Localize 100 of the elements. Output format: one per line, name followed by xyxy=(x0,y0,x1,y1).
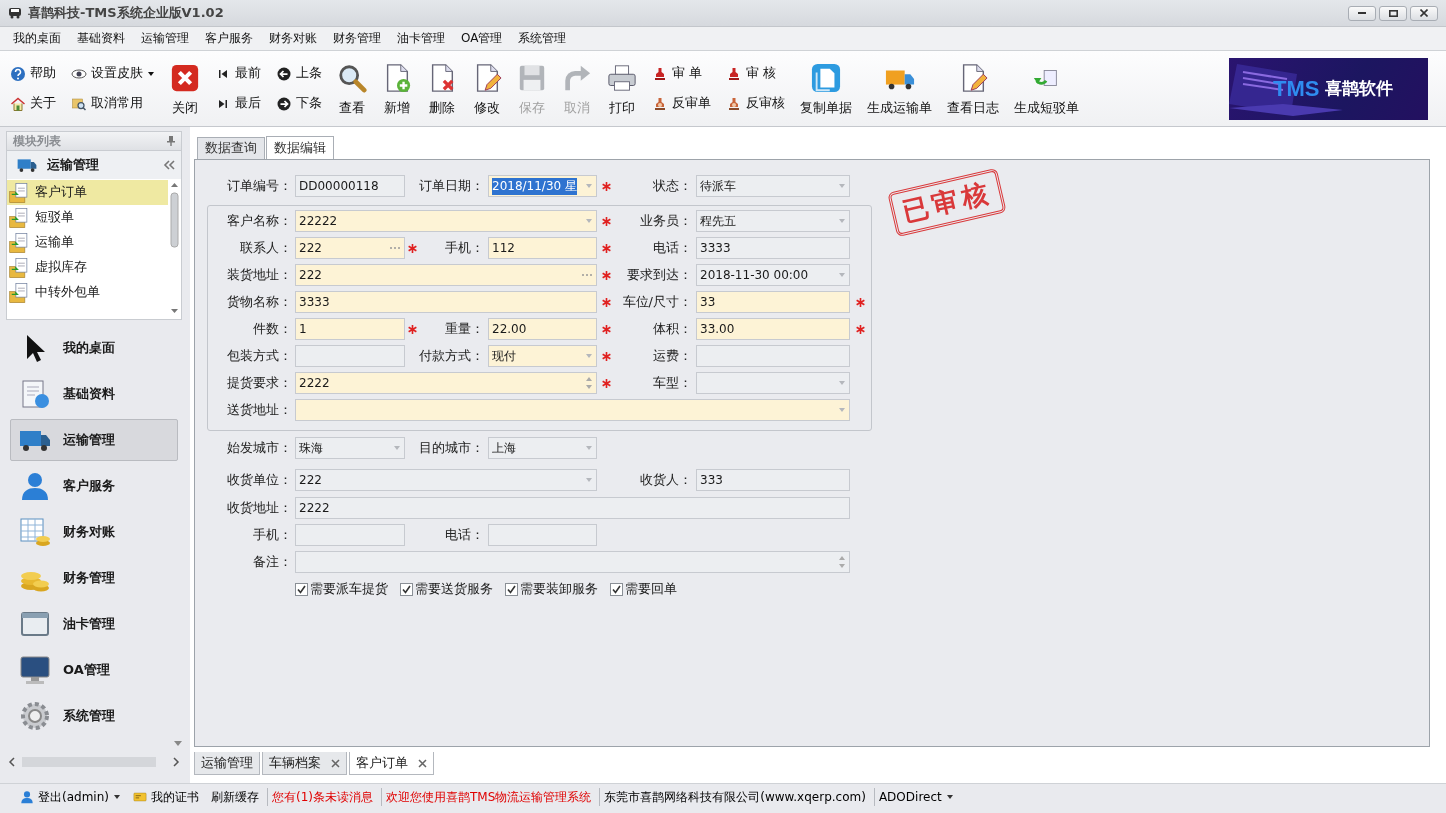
memo-field[interactable]: 2222 xyxy=(295,372,597,394)
dropdown-arrow-icon[interactable] xyxy=(838,272,846,278)
combo-box[interactable]: 现付 xyxy=(488,345,597,367)
nav-item[interactable]: 财务对账 xyxy=(10,511,178,553)
nav-item[interactable]: 客户服务 xyxy=(10,465,178,507)
list-item[interactable]: 中转外包单 xyxy=(7,280,168,305)
checkbox-label[interactable]: 需要派车提货 xyxy=(310,580,388,598)
text-field[interactable] xyxy=(295,345,405,367)
toolbar-button[interactable]: 修改 xyxy=(470,59,504,118)
dropdown-arrow-icon[interactable] xyxy=(585,477,593,483)
toolbar-button[interactable]: 打印 xyxy=(605,59,639,118)
menu-item[interactable]: 财务管理 xyxy=(326,28,388,49)
text-field[interactable]: 33 xyxy=(696,291,850,313)
toolbar-button[interactable]: 审 核 xyxy=(724,62,787,85)
combo-box[interactable]: 222 xyxy=(295,469,597,491)
toolbar-button[interactable]: 审 单 xyxy=(650,62,713,85)
text-field[interactable]: 2222 xyxy=(295,497,850,519)
dropdown-arrow-icon[interactable] xyxy=(393,445,401,451)
toolbar-button[interactable]: 生成短驳单 xyxy=(1012,59,1081,118)
text-field[interactable]: 333 xyxy=(696,469,850,491)
toolbar-button[interactable]: 帮助 xyxy=(8,62,58,85)
text-field[interactable]: 3333 xyxy=(696,237,850,259)
date-picker[interactable]: 2018/11/30 星 xyxy=(488,175,597,197)
status-item[interactable]: 登出(admin) xyxy=(16,788,129,806)
menu-item[interactable]: 系统管理 xyxy=(511,28,574,49)
combo-box[interactable] xyxy=(295,399,850,421)
toolbar-button[interactable]: 取消常用 xyxy=(69,92,157,115)
horizontal-scrollbar[interactable] xyxy=(6,755,182,769)
status-item[interactable]: 欢迎您使用喜鹊TMS物流运输管理系统 xyxy=(380,788,600,806)
menu-item[interactable]: 客户服务 xyxy=(198,28,260,49)
text-field[interactable]: DD00000118 xyxy=(295,175,405,197)
text-field[interactable]: 1 xyxy=(295,318,405,340)
dropdown-arrow-icon[interactable] xyxy=(838,407,846,413)
tab[interactable]: 数据编辑 xyxy=(266,136,334,160)
status-item[interactable]: 您有(1)条未读消息 xyxy=(266,788,381,806)
toolbar-button[interactable]: 上条 xyxy=(274,62,324,85)
close-icon[interactable] xyxy=(418,758,427,768)
collapse-icon[interactable] xyxy=(163,160,175,170)
nav-item[interactable]: OA管理 xyxy=(10,649,178,691)
nav-item[interactable]: 运输管理 xyxy=(10,419,178,461)
list-item[interactable]: 短驳单 xyxy=(7,205,168,230)
toolbar-button[interactable]: 新增 xyxy=(380,59,414,118)
nav-item[interactable]: 我的桌面 xyxy=(10,327,178,369)
dropdown-arrow-icon[interactable] xyxy=(585,445,593,451)
spinner-icon[interactable] xyxy=(585,375,593,391)
text-field[interactable] xyxy=(295,524,405,546)
spinner-icon[interactable] xyxy=(838,554,846,570)
toolbar-button[interactable]: 删除 xyxy=(425,59,459,118)
scroll-down-icon[interactable] xyxy=(174,741,182,747)
menu-item[interactable]: 油卡管理 xyxy=(390,28,452,49)
combo-box[interactable]: 待派车 xyxy=(696,175,850,197)
text-field[interactable] xyxy=(488,524,597,546)
checkbox[interactable] xyxy=(610,582,623,596)
toolbar-button[interactable]: 设置皮肤 xyxy=(69,62,157,85)
toolbar-button[interactable]: 查看日志 xyxy=(945,59,1001,118)
dropdown-arrow-icon[interactable] xyxy=(585,218,593,224)
list-item[interactable]: 客户订单 xyxy=(7,180,168,205)
close-icon[interactable] xyxy=(331,758,340,768)
document-tab[interactable]: 运输管理 xyxy=(194,752,260,775)
combo-box[interactable]: 上海 xyxy=(488,437,597,459)
checkbox[interactable] xyxy=(400,582,413,596)
menu-item[interactable]: 我的桌面 xyxy=(6,28,68,49)
nav-item[interactable]: 油卡管理 xyxy=(10,603,178,645)
pin-icon[interactable] xyxy=(167,136,175,146)
combo-box[interactable] xyxy=(696,372,850,394)
combo-box[interactable]: 2018-11-30 00:00 xyxy=(696,264,850,286)
dropdown-arrow-icon[interactable] xyxy=(585,183,593,189)
checkbox[interactable] xyxy=(295,582,308,596)
toolbar-button[interactable]: 关于 xyxy=(8,92,58,115)
checkbox[interactable] xyxy=(505,582,518,596)
list-item[interactable]: 虚拟库存 xyxy=(7,255,168,280)
dropdown-arrow-icon[interactable] xyxy=(838,218,846,224)
toolbar-button[interactable]: 最前 xyxy=(213,62,263,85)
maximize-button[interactable] xyxy=(1379,5,1407,21)
combo-box[interactable]: 程先五 xyxy=(696,210,850,232)
menu-item[interactable]: OA管理 xyxy=(454,28,510,49)
tab[interactable]: 数据查询 xyxy=(197,137,265,159)
menu-item[interactable]: 运输管理 xyxy=(134,28,196,49)
checkbox-label[interactable]: 需要回单 xyxy=(625,580,677,598)
toolbar-button[interactable]: 下条 xyxy=(274,92,324,115)
minimize-button[interactable] xyxy=(1348,5,1376,21)
document-tab[interactable]: 车辆档案 xyxy=(262,752,347,775)
dropdown-arrow-icon[interactable] xyxy=(838,380,846,386)
menu-item[interactable]: 基础资料 xyxy=(70,28,132,49)
text-field[interactable] xyxy=(696,345,850,367)
list-item[interactable]: 运输单 xyxy=(7,230,168,255)
nav-item[interactable]: 系统管理 xyxy=(10,695,178,737)
status-item[interactable]: 我的证书 xyxy=(128,788,207,806)
text-field[interactable]: 22.00 xyxy=(488,318,597,340)
memo-field[interactable] xyxy=(295,551,850,573)
checkbox-label[interactable]: 需要装卸服务 xyxy=(520,580,598,598)
lookup-field[interactable]: 222 xyxy=(295,237,405,259)
dropdown-arrow-icon[interactable] xyxy=(838,183,846,189)
toolbar-button[interactable]: 查看 xyxy=(335,59,369,118)
ellipsis-icon[interactable] xyxy=(581,273,593,277)
menu-item[interactable]: 财务对账 xyxy=(262,28,324,49)
toolbar-button[interactable]: 关闭 xyxy=(168,59,202,118)
toolbar-button[interactable]: 反审核 xyxy=(724,92,787,115)
toolbar-button[interactable]: 反审单 xyxy=(650,92,713,115)
toolbar-button[interactable]: 生成运输单 xyxy=(865,59,934,118)
